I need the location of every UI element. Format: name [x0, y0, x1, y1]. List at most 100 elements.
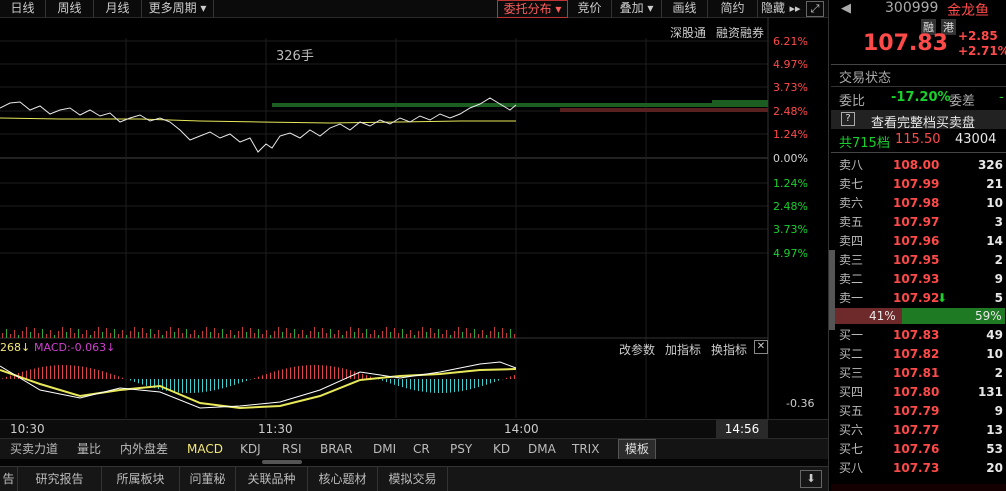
volume-bar	[78, 329, 79, 338]
volume-bar	[418, 331, 419, 338]
macd-bar	[338, 367, 339, 379]
indicator-tab[interactable]: DMA	[528, 439, 556, 460]
buy-price: 107.77	[893, 423, 940, 437]
macd-bar	[482, 379, 483, 386]
sell-order-row[interactable]: 卖五 107.97 3	[839, 213, 1005, 232]
macd-bar	[326, 365, 327, 379]
macd-bar	[438, 379, 439, 393]
indicator-tab[interactable]: BRAR	[320, 439, 353, 460]
macd-bar	[410, 379, 411, 390]
indicator-tab[interactable]: 买卖力道	[10, 439, 58, 460]
bottom-tab[interactable]: 所属板块	[102, 467, 180, 491]
buy-order-row[interactable]: 买五 107.79 9	[839, 402, 1005, 421]
bottom-tab[interactable]: 核心题材	[308, 467, 378, 491]
volume-bar	[230, 330, 231, 338]
indicator-tab[interactable]: MACD	[187, 439, 223, 460]
macd-bar	[306, 365, 307, 379]
volume-bar	[46, 334, 47, 338]
buy-order-row[interactable]: 买八 107.73 20	[839, 459, 1005, 478]
fullscreen-icon[interactable]: ⤢	[806, 1, 824, 17]
chart-bg	[0, 18, 770, 418]
hk-connect-link[interactable]: 深股通	[670, 24, 706, 41]
buy-order-row[interactable]: 买二 107.82 10	[839, 345, 1005, 364]
buy-order-row[interactable]: 买一 107.83 49	[839, 326, 1005, 345]
buy-order-row[interactable]: 买七 107.76 53	[839, 440, 1005, 459]
macd-bar	[462, 379, 463, 391]
bottom-tab[interactable]: 模拟交易	[378, 467, 448, 491]
macd-bar	[394, 379, 395, 385]
hide-button[interactable]: 隐藏	[758, 0, 788, 18]
overlay-dropdown[interactable]: 叠加 ▾	[612, 0, 662, 18]
sell-level-label: 卖三	[839, 253, 864, 267]
volume-bar	[94, 331, 95, 338]
down-arrow-icon: ⬇	[937, 291, 948, 305]
panel-scrollbar[interactable]	[829, 250, 835, 330]
more-arrows-icon[interactable]: ▸▸	[788, 0, 802, 17]
indicator-tab[interactable]: TRIX	[572, 439, 599, 460]
splitter-handle[interactable]	[262, 460, 302, 464]
volume-bar	[290, 333, 291, 338]
auction-button[interactable]: 竞价	[568, 0, 612, 18]
macd-bar	[430, 379, 431, 393]
volume-bar	[358, 328, 359, 338]
margin-trading-link[interactable]: 融资融券	[716, 24, 764, 41]
volume-bar	[102, 332, 103, 338]
indicator-tab[interactable]: PSY	[450, 439, 472, 460]
indicator-tab[interactable]: RSI	[282, 439, 302, 460]
macd-bar	[118, 376, 119, 379]
stock-code: 300999	[885, 0, 939, 16]
macd-bar	[506, 377, 507, 379]
collapse-panel-icon[interactable]: ⬇	[800, 470, 822, 488]
indicator-tab[interactable]: KD	[493, 439, 510, 460]
edit-params-button[interactable]: 改参数	[619, 341, 655, 358]
draw-line-button[interactable]: 画线	[662, 0, 708, 18]
change-indicator-button[interactable]: 换指标	[711, 341, 747, 358]
tab-daily[interactable]: 日线	[0, 0, 46, 18]
sell-order-row[interactable]: 卖二 107.93 9	[839, 270, 1005, 289]
macd-bar	[122, 377, 123, 379]
prev-stock-icon[interactable]: ◀	[841, 1, 851, 16]
buy-order-row[interactable]: 买四 107.80 131	[839, 383, 1005, 402]
full-orderbook-button[interactable]: ? 查看完整档买卖盘	[831, 110, 1006, 131]
sell-order-row[interactable]: 卖七 107.99 21	[839, 175, 1005, 194]
volume-bar	[106, 328, 107, 338]
close-indicator-icon[interactable]: ✕	[754, 340, 768, 354]
order-distribution-dropdown[interactable]: 委托分布 ▾	[497, 0, 568, 18]
sell-level-label: 卖四	[839, 234, 864, 248]
volume-bar	[326, 333, 327, 338]
bottom-tab[interactable]: 告	[0, 467, 18, 491]
indicator-tab[interactable]: 内外盘差	[120, 439, 168, 460]
volume-bar	[474, 329, 475, 338]
sell-order-row[interactable]: 卖三 107.95 2	[839, 251, 1005, 270]
bid-ratio-label: 委比	[839, 94, 866, 109]
tab-monthly[interactable]: 月线	[94, 0, 142, 18]
bottom-tab[interactable]: 研究报告	[18, 467, 102, 491]
buy-volume: 53	[986, 442, 1003, 456]
volume-bar	[330, 329, 331, 338]
macd-bar	[474, 379, 475, 389]
sell-order-row[interactable]: 卖八 108.00 326	[839, 156, 1005, 175]
indicator-tab[interactable]: 模板	[618, 439, 657, 460]
volume-bar	[442, 334, 443, 338]
indicator-tab[interactable]: KDJ	[240, 439, 261, 460]
tab-weekly[interactable]: 周线	[46, 0, 94, 18]
bottom-tab[interactable]: 关联品种	[236, 467, 308, 491]
sell-order-row[interactable]: 卖四 107.96 14	[839, 232, 1005, 251]
sell-order-row[interactable]: 卖一 107.92 5 ⬇	[839, 289, 1005, 308]
splitter[interactable]	[0, 459, 828, 466]
indicator-tab[interactable]: 量比	[77, 439, 101, 460]
sell-volume: 21	[986, 177, 1003, 191]
indicator-tab[interactable]: DMI	[373, 439, 396, 460]
volume-bar	[70, 328, 71, 338]
buy-order-row[interactable]: 买三 107.81 2	[839, 364, 1005, 383]
indicator-tab[interactable]: CR	[413, 439, 430, 460]
more-periods-dropdown[interactable]: 更多周期 ▾	[142, 0, 214, 18]
simple-mode-button[interactable]: 简约	[708, 0, 758, 18]
divider	[831, 86, 1006, 87]
add-indicator-button[interactable]: 加指标	[665, 341, 701, 358]
buy-order-row[interactable]: 买六 107.77 13	[839, 421, 1005, 440]
bottom-tab[interactable]: 问董秘	[180, 467, 236, 491]
sell-level-label: 卖一	[839, 291, 864, 305]
sell-order-row[interactable]: 卖六 107.98 10	[839, 194, 1005, 213]
macd-bar	[142, 379, 143, 385]
